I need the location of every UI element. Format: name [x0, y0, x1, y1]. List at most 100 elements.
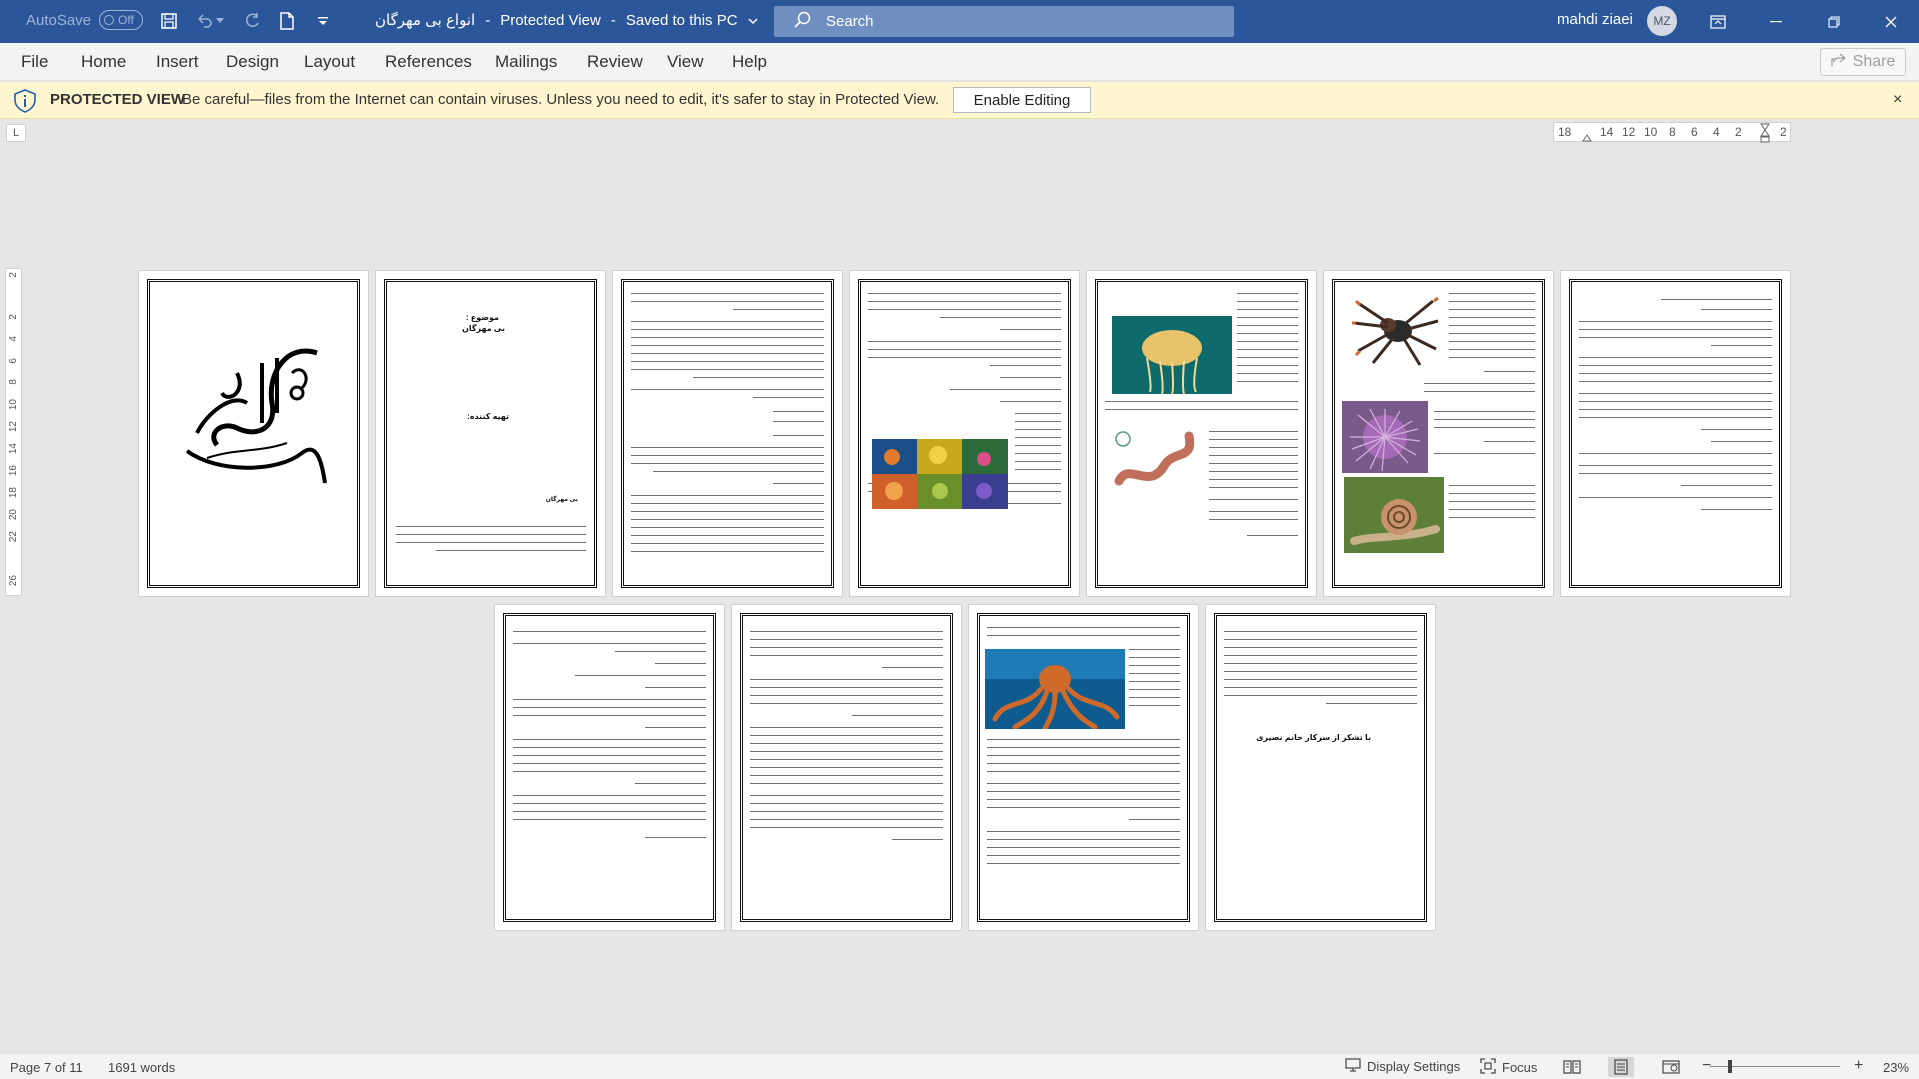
chevron-down-icon	[748, 12, 758, 29]
page-8[interactable]	[495, 605, 724, 930]
zoom-slider-thumb[interactable]	[1728, 1060, 1732, 1073]
close-protected-bar-icon[interactable]: ×	[1893, 91, 1902, 109]
menu-view[interactable]: View	[667, 52, 704, 72]
text-line	[1579, 497, 1772, 498]
page-4[interactable]	[850, 271, 1079, 596]
text-line	[1224, 647, 1417, 648]
page-6[interactable]	[1324, 271, 1553, 596]
ruler-tick: 18	[1558, 125, 1572, 139]
text-line	[750, 783, 943, 784]
menu-home[interactable]: Home	[81, 52, 126, 72]
text-line	[1237, 341, 1298, 342]
share-icon	[1830, 52, 1847, 72]
text-line	[513, 771, 706, 772]
text-line	[1449, 509, 1535, 510]
text-line	[1129, 665, 1180, 666]
ruler-tick: 10	[1644, 125, 1658, 139]
text-line	[1579, 329, 1772, 330]
page-subject-title: بی مهرگان	[461, 324, 505, 333]
minimize-icon[interactable]	[1753, 0, 1799, 43]
display-settings-button[interactable]: Display Settings	[1345, 1058, 1460, 1075]
text-line	[750, 727, 943, 728]
text-line	[1224, 671, 1417, 672]
text-line	[950, 389, 1061, 390]
ruler-tick: 10	[8, 399, 19, 411]
search-box[interactable]: Search	[774, 6, 1234, 37]
web-layout-icon[interactable]	[1658, 1057, 1684, 1077]
page-counter[interactable]: Page 7 of 11	[10, 1060, 83, 1075]
document-title[interactable]: انواع بی مهرگان - Protected View - Saved…	[375, 11, 758, 29]
text-line	[868, 357, 1061, 358]
menu-help[interactable]: Help	[732, 52, 767, 72]
indent-marker-icon[interactable]	[1582, 129, 1592, 147]
autosave-toggle[interactable]: Off	[99, 10, 144, 30]
text-line	[1237, 333, 1298, 334]
page-border	[1569, 279, 1782, 588]
text-line	[1449, 493, 1535, 494]
new-document-icon[interactable]	[274, 8, 300, 34]
menu-references[interactable]: References	[385, 52, 472, 72]
page-1[interactable]	[139, 271, 368, 596]
page-9[interactable]	[732, 605, 961, 930]
zoom-in-icon[interactable]: +	[1854, 1057, 1863, 1075]
text-line	[513, 715, 706, 716]
text-line	[1000, 329, 1061, 330]
read-mode-icon[interactable]	[1559, 1057, 1585, 1077]
text-line	[1129, 673, 1180, 674]
page-3[interactable]	[613, 271, 842, 596]
menu-design[interactable]: Design	[226, 52, 279, 72]
print-layout-icon[interactable]	[1608, 1057, 1634, 1077]
zoom-level[interactable]: 23%	[1883, 1060, 1909, 1075]
page-5[interactable]	[1087, 271, 1316, 596]
page-10[interactable]	[969, 605, 1198, 930]
text-line	[882, 667, 943, 668]
text-line	[750, 767, 943, 768]
focus-button[interactable]: Focus	[1480, 1058, 1537, 1077]
text-line	[987, 771, 1180, 772]
hanging-indent-marker-icon[interactable]	[1760, 123, 1770, 148]
save-status: Saved to this PC	[625, 11, 738, 29]
ruler-tick: 18	[8, 487, 19, 499]
page-11[interactable]: با تشکر از سرکار خانم نصیری	[1206, 605, 1435, 930]
autosave-control[interactable]: AutoSave Off	[26, 10, 144, 30]
text-line	[1579, 393, 1772, 394]
share-button[interactable]: Share	[1820, 48, 1906, 76]
text-line	[1434, 419, 1535, 420]
text-line	[631, 345, 824, 346]
restore-icon[interactable]	[1811, 0, 1857, 43]
text-line	[1579, 401, 1772, 402]
text-line	[750, 679, 943, 680]
text-line	[987, 755, 1180, 756]
horizontal-ruler[interactable]: 18 14 12 10 8 6 4 2 2	[1553, 122, 1791, 143]
enable-editing-button[interactable]: Enable Editing	[953, 87, 1091, 113]
vertical-ruler[interactable]: 2 2 4 6 8 10 12 14 16 18 20 22 26	[5, 268, 22, 596]
save-icon[interactable]	[156, 8, 182, 34]
text-line	[1701, 429, 1772, 430]
text-line	[1449, 317, 1535, 318]
text-line	[631, 495, 824, 496]
text-line	[1209, 487, 1298, 488]
text-line	[1015, 469, 1061, 470]
text-line	[1209, 479, 1298, 480]
menu-insert[interactable]: Insert	[156, 52, 199, 72]
autosave-state: Off	[118, 13, 134, 27]
menu-layout[interactable]: Layout	[304, 52, 355, 72]
text-line	[436, 550, 586, 551]
customize-toolbar-icon[interactable]	[310, 8, 336, 34]
avatar[interactable]: MZ	[1647, 6, 1677, 36]
text-line	[750, 703, 943, 704]
ribbon-display-options-icon[interactable]	[1695, 0, 1741, 43]
menu-mailings[interactable]: Mailings	[495, 52, 557, 72]
page-7[interactable]	[1561, 271, 1790, 596]
menu-review[interactable]: Review	[587, 52, 643, 72]
text-line	[1711, 441, 1772, 442]
redo-icon[interactable]	[239, 8, 265, 34]
user-name[interactable]: mahdi ziaei	[1557, 11, 1633, 28]
word-count[interactable]: 1691 words	[108, 1060, 175, 1075]
ruler-tick: 2	[8, 272, 19, 278]
close-icon[interactable]	[1868, 0, 1914, 43]
menu-file[interactable]: File	[21, 52, 48, 72]
tab-selector[interactable]: L	[6, 124, 26, 142]
page-2[interactable]: موضوع : بی مهرگان تهیه کننده: بی مهرگان	[376, 271, 605, 596]
undo-dropdown-icon[interactable]	[213, 8, 227, 34]
